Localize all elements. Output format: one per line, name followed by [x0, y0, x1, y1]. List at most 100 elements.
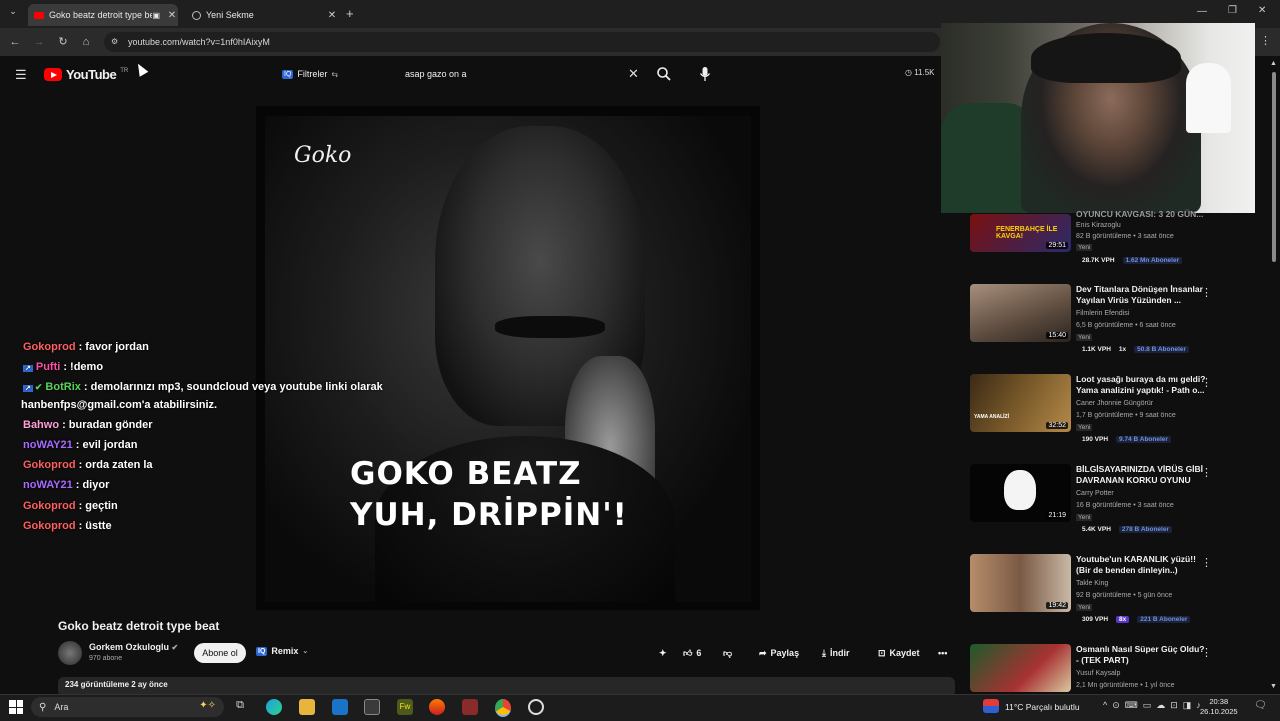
store-icon[interactable] [364, 699, 380, 715]
brave-icon[interactable] [429, 699, 445, 715]
clear-search-icon[interactable]: ✕ [628, 66, 639, 82]
video-thumbnail[interactable]: 15:40 [970, 284, 1071, 342]
tab-youtube[interactable]: Goko beatz detroit type be ▣ ✕ [28, 4, 178, 26]
task-view-icon[interactable]: ⧉ [232, 699, 248, 715]
recommendation-item[interactable]: 15:40 Dev Titanlara Dönüşen İnsanlar Yay… [970, 284, 1212, 356]
address-bar[interactable]: ⚙ youtube.com/watch?v=1nf0hIAixyM [104, 32, 940, 52]
system-tray-icons[interactable]: ^⊙⌨▭☁⊡◨♪ [1103, 700, 1206, 711]
more-options-icon[interactable]: ⋮ [1201, 376, 1212, 389]
forward-icon[interactable]: → [31, 34, 47, 50]
url-text: youtube.com/watch?v=1nf0hIAixyM [128, 37, 270, 47]
recommendation-item[interactable]: 19:42 Youtube'un KARANLIK yüzü!! (Bir de… [970, 554, 1212, 626]
webcam-headphones [1031, 33, 1181, 83]
notifications-icon[interactable]: 🗨︎ [1254, 700, 1267, 711]
system-clock[interactable]: 20:38 26.10.2025 [1200, 697, 1238, 717]
search-icon[interactable] [656, 66, 672, 82]
weather-widget[interactable]: 11°C Parçalı bulutlu [1005, 702, 1080, 712]
scroll-up-icon[interactable]: ▲ [1270, 60, 1277, 67]
thumbs-down-icon: 👎︎ [723, 647, 733, 658]
video-thumbnail[interactable]: FENERBAHÇE İLE KAVGA! 29:51 [970, 214, 1071, 252]
edge-icon[interactable] [266, 699, 282, 715]
dislike-button[interactable]: 👎︎ [723, 643, 732, 663]
chat-username: noWAY21 [23, 439, 73, 451]
like-count: 6 [696, 648, 702, 658]
recommendation-item[interactable]: FENERBAHÇE İLE KAVGA! 29:51 OYUNCU KAVGA… [970, 209, 1210, 286]
youtube-logo[interactable]: YouTube TR [44, 67, 128, 82]
share-button[interactable]: ➦ Paylaş [759, 643, 799, 663]
magic-icon[interactable]: ✦ [659, 643, 667, 663]
new-tab-plus-icon[interactable]: + [346, 6, 354, 21]
more-actions-icon[interactable]: ••• [938, 643, 947, 663]
verified-icon: ✔ [34, 382, 43, 392]
youtube-favicon-icon [34, 11, 44, 19]
more-options-icon[interactable]: ⋮ [1201, 286, 1212, 299]
chevron-down-icon: ⌄ [302, 648, 309, 655]
fw-app-icon[interactable]: Fw [397, 699, 413, 715]
media-icon[interactable]: ▣ [152, 11, 160, 20]
webcam-overlay [941, 23, 1255, 213]
video-thumbnail[interactable]: YAMA ANALİZİ 32:52 [970, 374, 1071, 432]
search-value: asap gazo on a [405, 69, 467, 79]
like-button[interactable]: 👍︎ 6 [683, 643, 701, 663]
filters-button[interactable]: IQ Filtreler ⇆ [282, 66, 338, 82]
back-icon[interactable]: ← [7, 34, 23, 50]
chrome-favicon-icon [192, 10, 201, 20]
video-stats: 82 B görüntüleme • 3 saat önce [1076, 233, 1174, 240]
close-tab-icon[interactable]: ✕ [166, 10, 178, 21]
windows-start-icon[interactable] [9, 700, 23, 714]
app-grid-icon[interactable] [462, 699, 478, 715]
minimize-icon[interactable]: — [1197, 6, 1207, 17]
vph-value: 309 VPH [1082, 616, 1109, 623]
outlook-icon[interactable] [332, 699, 348, 715]
video-stats: 2,1 Mn görüntüleme • 1 yıl önce [1076, 682, 1175, 689]
channel-name[interactable]: Gorkem Ozkuloglu ✔ [89, 642, 178, 652]
tab-new[interactable]: Yeni Sekme ✕ [186, 4, 338, 26]
scrollbar-thumb[interactable] [1272, 72, 1276, 262]
download-label: İndir [829, 648, 850, 658]
page-scrollbar[interactable]: ▲ ▼ [1270, 60, 1278, 690]
close-window-icon[interactable]: ✕ [1258, 5, 1266, 16]
video-thumbnail[interactable]: 19:42 [970, 554, 1071, 612]
share-icon: ➦ [759, 647, 767, 658]
microphone-icon[interactable] [698, 66, 712, 82]
browser-menu-icon[interactable]: ⋮ [1260, 34, 1271, 47]
channel-name: Takle King [1076, 580, 1109, 587]
remix-button[interactable]: IQ Remix ⌄ [256, 646, 308, 656]
recommendation-item[interactable]: Osmanlı Nasıl Süper Güç Oldu? - (TEK PAR… [970, 644, 1212, 692]
video-stats: 1,7 B görüntüleme • 9 saat önce [1076, 412, 1176, 419]
recommendation-item[interactable]: 21:19 BİLGİSAYARINIZDA VİRÜS GİBİ DAVRAN… [970, 464, 1212, 536]
scroll-down-icon[interactable]: ▼ [1270, 683, 1277, 690]
close-tab-icon[interactable]: ✕ [326, 10, 338, 21]
share-label: Paylaş [770, 648, 800, 658]
subscribe-button[interactable]: Abone ol [194, 643, 246, 663]
chat-badge-icon: ↗ [23, 365, 33, 372]
channel-name: Caner Jhonnie Güngörür [1076, 400, 1154, 407]
site-info-icon[interactable]: ⚙ [111, 37, 118, 46]
home-icon[interactable]: ⌂ [78, 34, 94, 50]
vph-value: 5.4K VPH [1082, 526, 1111, 533]
vph-stats: 190 VPH 9.74 B Aboneler [1082, 436, 1171, 443]
hamburger-menu-icon[interactable]: ☰ [15, 67, 27, 83]
chat-username: Gokoprod [23, 520, 76, 532]
save-button[interactable]: ⊡ Kaydet [878, 643, 920, 663]
chat-text: : geçtin [78, 500, 118, 512]
more-options-icon[interactable]: ⋮ [1201, 556, 1212, 569]
chat-text: hanbenfps@gmail.com'a atabilirsiniz. [21, 399, 218, 411]
maximize-icon[interactable]: ❐ [1228, 5, 1237, 16]
file-explorer-icon[interactable] [299, 699, 315, 715]
more-options-icon[interactable]: ⋮ [1201, 646, 1212, 659]
tab-search-icon[interactable]: ⌄ [6, 6, 20, 20]
chrome-icon[interactable] [495, 699, 511, 717]
video-title: OYUNCU KAVGASI: 3 20 GÜN... [1076, 209, 1204, 219]
duration-badge: 15:40 [1046, 332, 1068, 339]
video-thumbnail[interactable]: 21:19 [970, 464, 1071, 522]
channel-avatar[interactable] [58, 641, 82, 665]
reload-icon[interactable]: ↻ [55, 34, 71, 50]
recommendation-item[interactable]: YAMA ANALİZİ 32:52 Loot yasağı buraya da… [970, 374, 1212, 446]
obs-icon[interactable] [528, 699, 544, 715]
cover-signature: Goko [294, 143, 352, 168]
download-button[interactable]: ⤓ İndir [822, 643, 849, 663]
taskbar-search[interactable]: ⚲ Ara ✦✧ [31, 697, 224, 717]
more-options-icon[interactable]: ⋮ [1201, 466, 1212, 479]
video-thumbnail[interactable] [970, 644, 1071, 692]
